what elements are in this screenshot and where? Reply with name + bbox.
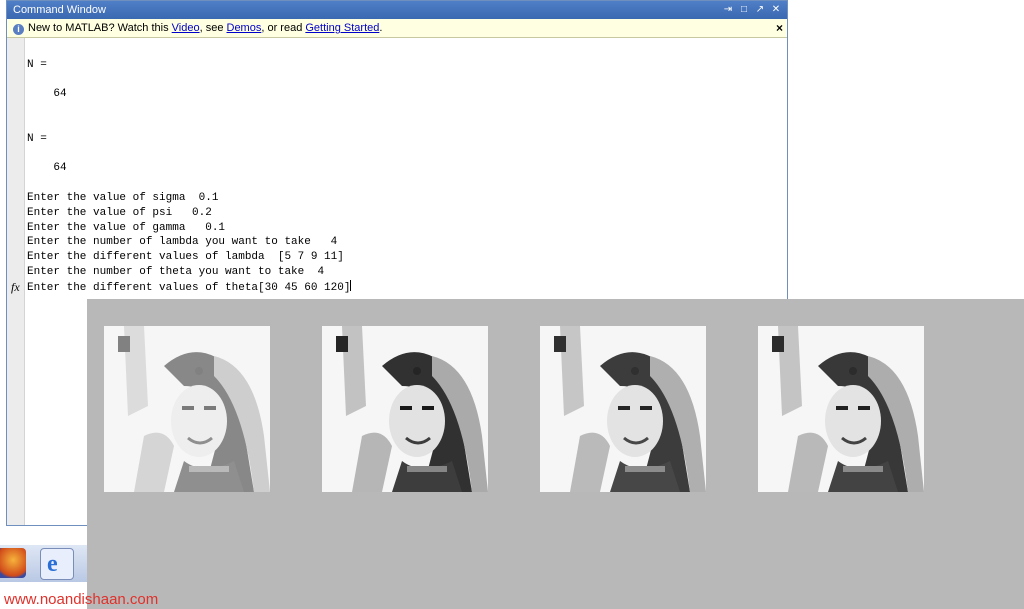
undock-button[interactable]: ⇥ bbox=[721, 3, 735, 17]
info-sep-2: , or read bbox=[261, 22, 306, 34]
console-line: Enter the different values of lambda [5 … bbox=[27, 251, 344, 264]
portrait-shape bbox=[554, 336, 566, 352]
portrait-svg bbox=[104, 326, 270, 492]
filtered-portrait-image-1 bbox=[104, 326, 270, 492]
portrait-shape bbox=[407, 466, 447, 472]
window-controls: ⇥ □ ↗ ✕ bbox=[721, 1, 783, 19]
console-line: 64 bbox=[27, 88, 67, 101]
info-suffix: . bbox=[379, 22, 383, 34]
portrait-shape bbox=[607, 385, 663, 457]
info-text-prefix: New to MATLAB? Watch this bbox=[28, 22, 172, 34]
info-bar: i New to MATLAB? Watch this Video, see De… bbox=[7, 19, 787, 38]
portrait-shape bbox=[422, 406, 434, 410]
portrait-shape bbox=[171, 385, 227, 457]
console-line: 64 bbox=[27, 162, 67, 175]
portrait-svg bbox=[540, 326, 706, 492]
console-line: Enter the number of theta you want to ta… bbox=[27, 265, 325, 278]
maximize-button[interactable]: □ bbox=[737, 3, 751, 17]
console-current-input[interactable]: Enter the different values of theta[30 4… bbox=[27, 282, 350, 294]
portrait-shape bbox=[389, 385, 445, 457]
demos-link[interactable]: Demos bbox=[227, 22, 262, 34]
close-button[interactable]: ✕ bbox=[769, 3, 783, 17]
portrait-shape bbox=[195, 367, 203, 375]
info-bar-close-button[interactable]: × bbox=[776, 19, 783, 38]
portrait-svg bbox=[758, 326, 924, 492]
portrait-shape bbox=[189, 466, 229, 472]
portrait-shape bbox=[400, 406, 412, 410]
window-title: Command Window bbox=[13, 4, 106, 16]
portrait-shape bbox=[631, 367, 639, 375]
info-icon: i bbox=[13, 24, 24, 35]
portrait-shape bbox=[858, 406, 870, 410]
portrait-shape bbox=[182, 406, 194, 410]
figure-window[interactable] bbox=[87, 299, 1024, 609]
watermark-text: www.noandishaan.com bbox=[4, 591, 159, 608]
video-link[interactable]: Video bbox=[172, 22, 200, 34]
portrait-shape bbox=[618, 406, 630, 410]
command-window-titlebar[interactable]: Command Window ⇥ □ ↗ ✕ bbox=[7, 1, 787, 19]
portrait-shape bbox=[772, 336, 784, 352]
portrait-shape bbox=[118, 336, 130, 352]
taskbar: e bbox=[0, 545, 87, 582]
portrait-shape bbox=[625, 466, 665, 472]
portrait-shape bbox=[413, 367, 421, 375]
portrait-shape bbox=[849, 367, 857, 375]
popout-button[interactable]: ↗ bbox=[753, 3, 767, 17]
console-line: Enter the value of sigma 0.1 bbox=[27, 191, 219, 204]
text-caret bbox=[350, 279, 352, 291]
firefox-icon[interactable] bbox=[0, 548, 26, 578]
filtered-portrait-image-4 bbox=[758, 326, 924, 492]
portrait-svg bbox=[322, 326, 488, 492]
portrait-shape bbox=[836, 406, 848, 410]
portrait-shape bbox=[204, 406, 216, 410]
filtered-portrait-image-2 bbox=[322, 326, 488, 492]
getting-started-link[interactable]: Getting Started bbox=[305, 22, 379, 34]
console-line: Enter the value of psi 0.2 bbox=[27, 206, 212, 219]
portrait-shape bbox=[843, 466, 883, 472]
console-line: Enter the number of lambda you want to t… bbox=[27, 236, 338, 249]
internet-explorer-icon[interactable]: e bbox=[40, 548, 74, 580]
console-input-line[interactable]: Enter the different values of theta[30 4… bbox=[27, 279, 777, 295]
portrait-shape bbox=[336, 336, 348, 352]
console-line: N = bbox=[27, 58, 47, 71]
portrait-shape bbox=[825, 385, 881, 457]
filtered-portrait-image-3 bbox=[540, 326, 706, 492]
portrait-shape bbox=[640, 406, 652, 410]
console-line: N = bbox=[27, 132, 47, 145]
fx-prompt-icon[interactable]: fx bbox=[11, 280, 20, 295]
console-line: Enter the value of gamma 0.1 bbox=[27, 221, 226, 234]
info-sep-1: , see bbox=[199, 22, 227, 34]
